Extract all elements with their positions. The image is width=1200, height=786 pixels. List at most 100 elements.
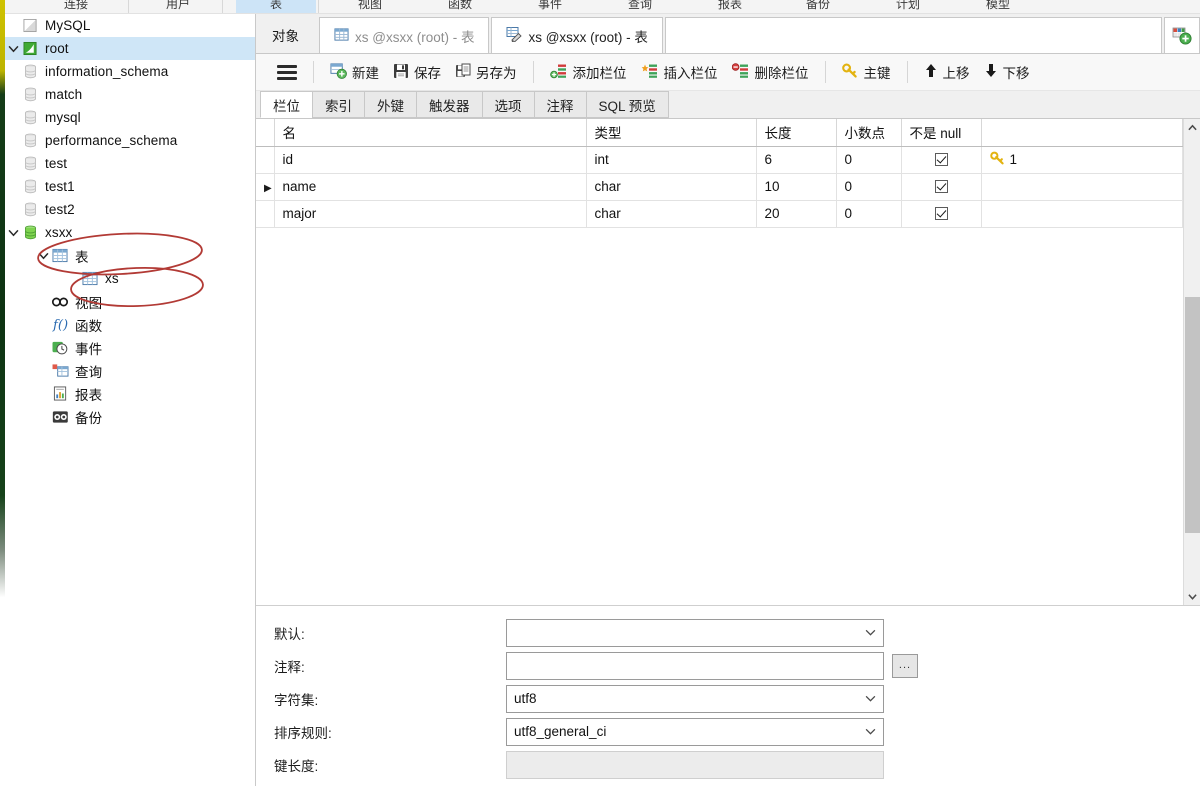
grid-column-header-1[interactable]: 类型	[586, 119, 757, 147]
cell-primary-key[interactable]: 1	[981, 146, 1183, 174]
hamburger-menu-icon[interactable]	[270, 57, 304, 87]
main-toolbar-item-0[interactable]: 连接	[46, 0, 106, 13]
delete-field-button[interactable]: 删除栏位	[725, 57, 816, 87]
tab-object-label[interactable]: 对象	[260, 17, 319, 53]
document-tab-xs-data[interactable]: xs @xsxx (root) - 表	[319, 17, 490, 53]
main-toolbar-item-1[interactable]: 用户	[148, 0, 208, 13]
main-toolbar-item-7[interactable]: 报表	[700, 0, 760, 13]
subtab-1[interactable]: 索引	[312, 91, 365, 118]
grid-column-header-0[interactable]: 名	[274, 119, 587, 147]
scrollbar-thumb[interactable]	[1185, 297, 1200, 533]
main-toolbar-item-9[interactable]: 计划	[878, 0, 938, 13]
tree-item-1[interactable]: root	[5, 37, 255, 60]
tree-item-14[interactable]: 事件	[5, 336, 255, 359]
main-toolbar-item-10[interactable]: 模型	[968, 0, 1028, 13]
table-row[interactable]: major char 20 0	[256, 200, 1183, 228]
tree-item-7[interactable]: test1	[5, 175, 255, 198]
tree-item-12[interactable]: 视图	[5, 290, 255, 313]
subtab-6[interactable]: SQL 预览	[585, 91, 669, 118]
document-tab-strip[interactable]: 对象 xs @xsxx (root) - 表 xs @xsxx (root) -…	[256, 14, 1200, 54]
field-properties-form[interactable]: 默认: 注释:... 字符集: utf8 排序规则: utf8_general_ci 键长度…	[256, 606, 1200, 786]
grid-vertical-scrollbar[interactable]	[1183, 119, 1200, 605]
grid-column-header-3[interactable]: 小数点	[836, 119, 902, 147]
subtab-4[interactable]: 选项	[481, 91, 535, 118]
object-tree-sidebar[interactable]: MySQL root information_schema match mysql per…	[5, 14, 256, 786]
move-down-button[interactable]: 下移	[977, 57, 1037, 87]
cell-primary-key[interactable]	[981, 173, 1183, 201]
primary-key-button[interactable]: 主键	[835, 57, 898, 87]
checkbox-checked-icon[interactable]	[934, 153, 948, 166]
tree-item-16[interactable]: 报表	[5, 382, 255, 405]
main-toolbar-item-2[interactable]: 表	[236, 0, 316, 13]
cell-length[interactable]: 20	[756, 200, 837, 228]
field-grid-body[interactable]: id int 6 0 1 ▶ name char 10 0 major char 20 0	[256, 146, 1183, 228]
comment-browse-button[interactable]: ...	[892, 653, 918, 678]
scroll-up-icon[interactable]	[1184, 119, 1200, 136]
field-grid-area[interactable]: 名类型 长度 小数点 不是 null id int 6 0 1 ▶ name char 10 0 majo…	[256, 119, 1200, 606]
main-toolbar-item-5[interactable]: 事件	[520, 0, 580, 13]
tree-item-3[interactable]: match	[5, 83, 255, 106]
tree-item-4[interactable]: mysql	[5, 106, 255, 129]
cell-decimals[interactable]: 0	[836, 146, 902, 174]
tree-item-6[interactable]: test	[5, 152, 255, 175]
grid-column-header-5[interactable]	[981, 119, 1183, 147]
main-toolbar-item-6[interactable]: 查询	[610, 0, 670, 13]
chevron-down-icon[interactable]	[5, 221, 21, 244]
property-select-2[interactable]: utf8	[506, 684, 884, 713]
insert-field-button[interactable]: 插入栏位	[634, 57, 725, 87]
tree-item-10[interactable]: 表	[5, 244, 255, 267]
chevron-down-icon[interactable]	[35, 244, 51, 267]
tree-item-8[interactable]: test2	[5, 198, 255, 221]
cell-primary-key[interactable]	[981, 200, 1183, 228]
cell-type[interactable]: char	[586, 200, 757, 228]
main-toolbar-item-8[interactable]: 备份	[788, 0, 848, 13]
property-select-0[interactable]	[506, 618, 884, 647]
table-row[interactable]: id int 6 0 1	[256, 146, 1183, 174]
tree-item-9[interactable]: xsxx	[5, 221, 255, 244]
new-button[interactable]: 新建	[323, 57, 386, 87]
save-as-button[interactable]: 另存为	[448, 57, 524, 87]
cell-length[interactable]: 6	[756, 146, 837, 174]
table-row[interactable]: ▶ name char 10 0	[256, 173, 1183, 201]
cell-name[interactable]: name	[274, 173, 587, 201]
grid-column-header-2[interactable]: 长度	[756, 119, 837, 147]
tree-item-0[interactable]: MySQL	[5, 14, 255, 37]
tree-item-17[interactable]: 备份	[5, 405, 255, 428]
design-subtabs[interactable]: 栏位 索引 外键 触发器 选项 注释 SQL 预览	[256, 91, 1200, 119]
cell-length[interactable]: 10	[756, 173, 837, 201]
grid-column-header-4[interactable]: 不是 null	[901, 119, 982, 147]
field-grid[interactable]: 名类型 长度 小数点 不是 null id int 6 0 1 ▶ name char 10 0 majo…	[256, 119, 1183, 228]
main-toolbar-item-4[interactable]: 函数	[430, 0, 490, 13]
tree-item-2[interactable]: information_schema	[5, 60, 255, 83]
cell-type[interactable]: char	[586, 173, 757, 201]
cell-not-null-checkbox[interactable]	[901, 200, 982, 228]
scroll-down-icon[interactable]	[1184, 588, 1200, 605]
cell-decimals[interactable]: 0	[836, 173, 902, 201]
cell-name[interactable]: major	[274, 200, 587, 228]
tree-item-13[interactable]: f() 函数	[5, 313, 255, 336]
cell-type[interactable]: int	[586, 146, 757, 174]
cell-decimals[interactable]: 0	[836, 200, 902, 228]
cell-name[interactable]: id	[274, 146, 587, 174]
object-tree[interactable]: MySQL root information_schema match mysql per…	[5, 14, 255, 428]
chevron-down-icon[interactable]	[5, 37, 21, 60]
tree-item-5[interactable]: performance_schema	[5, 129, 255, 152]
move-up-button[interactable]: 上移	[917, 57, 977, 87]
new-tab-plus-icon[interactable]	[1164, 17, 1200, 53]
subtab-0[interactable]: 栏位	[260, 91, 313, 118]
subtab-3[interactable]: 触发器	[416, 91, 483, 118]
checkbox-checked-icon[interactable]	[934, 180, 948, 193]
document-tab-xs-design[interactable]: xs @xsxx (root) - 表	[491, 17, 663, 53]
tree-item-15[interactable]: 查询	[5, 359, 255, 382]
cell-not-null-checkbox[interactable]	[901, 146, 982, 174]
main-toolbar-item-3[interactable]: 视图	[340, 0, 400, 13]
subtab-2[interactable]: 外键	[364, 91, 417, 118]
property-select-3[interactable]: utf8_general_ci	[506, 717, 884, 746]
property-input-1[interactable]	[506, 651, 884, 680]
save-button[interactable]: 保存	[386, 57, 448, 87]
cell-not-null-checkbox[interactable]	[901, 173, 982, 201]
subtab-5[interactable]: 注释	[533, 91, 587, 118]
add-field-button[interactable]: 添加栏位	[543, 57, 634, 87]
editor-toolbar[interactable]: 新建 保存 另存为 添加栏位 插入栏位 删除栏位 主键 上移 下移	[256, 54, 1200, 91]
tree-item-11[interactable]: xs	[5, 267, 255, 290]
